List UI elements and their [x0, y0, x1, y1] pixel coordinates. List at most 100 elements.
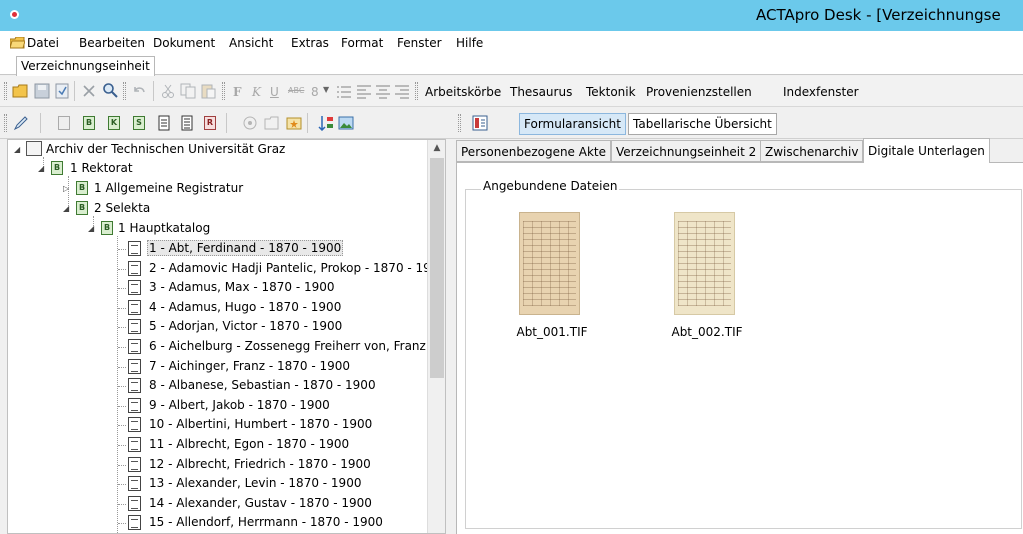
- toolbar-grip[interactable]: [458, 114, 461, 132]
- folder-open-icon: [10, 37, 25, 49]
- document-list-icon[interactable]: [179, 115, 195, 131]
- image-icon[interactable]: [338, 115, 354, 131]
- unit-b-icon: B: [51, 161, 63, 175]
- tree-item[interactable]: 7 - Aichinger, Franz - 1870 - 1900: [8, 357, 426, 376]
- tree-item[interactable]: 8 - Albanese, Sebastian - 1870 - 1900: [8, 376, 426, 395]
- tree-item[interactable]: 1 - Abt, Ferdinand - 1870 - 1900: [8, 239, 426, 258]
- align-left-icon[interactable]: [356, 84, 372, 100]
- link-indexfenster[interactable]: Indexfenster: [783, 85, 859, 99]
- underline-icon[interactable]: U: [270, 85, 279, 99]
- tree-node-allgemeine-registratur[interactable]: ▷ B 1 Allgemeine Registratur: [8, 179, 426, 198]
- tree-item[interactable]: 11 - Albrecht, Egon - 1870 - 1900: [8, 435, 426, 454]
- menu-ansicht[interactable]: Ansicht: [229, 36, 273, 50]
- copy-icon[interactable]: [180, 83, 196, 99]
- tree-scrollbar[interactable]: ▲: [427, 140, 445, 533]
- italic-icon[interactable]: K: [252, 85, 261, 99]
- tree-guide: [118, 464, 126, 466]
- menu-extras[interactable]: Extras: [291, 36, 329, 50]
- sort-icon[interactable]: [318, 115, 334, 131]
- toolbar-grip[interactable]: [123, 82, 126, 100]
- properties-icon[interactable]: [54, 83, 70, 99]
- tree-item[interactable]: 14 - Alexander, Gustav - 1870 - 1900: [8, 494, 426, 513]
- menu-hilfe[interactable]: Hilfe: [456, 36, 483, 50]
- font-size-select[interactable]: 8: [311, 85, 319, 99]
- edit-folder-icon[interactable]: [264, 115, 280, 131]
- tree-guide: [118, 249, 126, 250]
- toolbar-grip[interactable]: [4, 82, 7, 100]
- network-icon[interactable]: [242, 115, 258, 131]
- new-k-unit-icon[interactable]: K: [108, 116, 120, 130]
- tree-item[interactable]: 12 - Albrecht, Friedrich - 1870 - 1900: [8, 455, 426, 474]
- undo-icon[interactable]: [131, 83, 147, 99]
- record-icon: [128, 378, 141, 394]
- tree-item[interactable]: 10 - Albertini, Humbert - 1870 - 1900: [8, 415, 426, 434]
- tree-root[interactable]: ◢ Archiv der Technischen Universität Gra…: [8, 140, 426, 159]
- form-icon[interactable]: [472, 115, 488, 131]
- strikethrough-icon[interactable]: ABC: [288, 86, 304, 95]
- menu-dokument[interactable]: Dokument: [153, 36, 215, 50]
- paste-icon[interactable]: [200, 83, 216, 99]
- link-thesaurus[interactable]: Thesaurus: [510, 85, 572, 99]
- save-icon[interactable]: [34, 83, 50, 99]
- pencil-icon[interactable]: [13, 115, 29, 131]
- copy-unit-icon[interactable]: [58, 116, 70, 130]
- tree-item[interactable]: 3 - Adamus, Max - 1870 - 1900: [8, 278, 426, 297]
- collapse-icon[interactable]: ◢: [14, 145, 23, 154]
- tab-zwischenarchiv[interactable]: Zwischenarchiv: [760, 140, 864, 162]
- tree-item[interactable]: 9 - Albert, Jakob - 1870 - 1900: [8, 396, 426, 415]
- tree-node-selekta[interactable]: ◢ B 2 Selekta: [8, 199, 426, 218]
- tab-verzeichnungseinheit-2[interactable]: Verzeichnungseinheit 2: [611, 140, 762, 162]
- tree-item[interactable]: 4 - Adamus, Hugo - 1870 - 1900: [8, 298, 426, 317]
- search-icon[interactable]: [102, 82, 118, 98]
- tree-node-rektorat[interactable]: ◢ B 1 Rektorat: [8, 159, 426, 178]
- scanned-page-image: [519, 212, 580, 315]
- open-folder-icon[interactable]: [12, 83, 28, 99]
- menu-format[interactable]: Format: [341, 36, 383, 50]
- expand-icon[interactable]: ▷: [63, 184, 72, 193]
- file-name: Abt_002.TIF: [671, 325, 743, 339]
- tab-digitale-unterlagen[interactable]: Digitale Unterlagen: [863, 138, 990, 163]
- toolbar-grip[interactable]: [4, 114, 7, 132]
- app-icon[interactable]: [9, 9, 20, 20]
- file-thumbnail[interactable]: [497, 209, 607, 319]
- new-b-unit-icon[interactable]: B: [83, 116, 95, 130]
- tree-item[interactable]: 13 - Alexander, Levin - 1870 - 1900: [8, 474, 426, 493]
- document-tab-verzeichnungseinheit[interactable]: Verzeichnungseinheit: [16, 56, 155, 76]
- view-formularansicht-button[interactable]: Formularansicht: [519, 113, 626, 135]
- toolbar-grip[interactable]: [415, 82, 418, 100]
- collapse-icon[interactable]: ◢: [63, 204, 72, 213]
- tree-item[interactable]: 5 - Adorjan, Victor - 1870 - 1900: [8, 317, 426, 336]
- chevron-down-icon[interactable]: ▼: [323, 85, 329, 94]
- cut-icon[interactable]: [160, 83, 176, 99]
- align-right-icon[interactable]: [394, 84, 410, 100]
- panel-splitter[interactable]: [446, 139, 454, 534]
- delete-icon[interactable]: [81, 83, 97, 99]
- toolbar-grip[interactable]: [222, 82, 225, 100]
- new-r-unit-icon[interactable]: R: [204, 116, 216, 130]
- file-thumbnail[interactable]: [652, 209, 762, 319]
- view-tabellarische-uebersicht-button[interactable]: Tabellarische Übersicht: [628, 113, 777, 135]
- bold-icon[interactable]: F: [233, 85, 242, 99]
- scroll-thumb[interactable]: [430, 158, 444, 378]
- link-provenienzstellen[interactable]: Provenienzstellen: [646, 85, 752, 99]
- menu-bearbeiten[interactable]: Bearbeiten: [79, 36, 145, 50]
- collapse-icon[interactable]: ◢: [38, 164, 47, 173]
- tree-guide: [118, 347, 126, 348]
- align-center-icon[interactable]: [375, 84, 391, 100]
- menu-fenster[interactable]: Fenster: [397, 36, 442, 50]
- toolbar-separator: [74, 81, 75, 101]
- scroll-up-arrow-icon[interactable]: ▲: [428, 140, 445, 157]
- tree-item[interactable]: 6 - Aichelburg - Zossenegg Freiherr von,…: [8, 337, 434, 356]
- tree-item[interactable]: 15 - Allendorf, Herrmann - 1870 - 1900: [8, 513, 426, 532]
- link-arbeitskoerbe[interactable]: Arbeitskörbe: [425, 85, 501, 99]
- menu-datei[interactable]: Datei: [27, 36, 59, 50]
- new-s-unit-icon[interactable]: S: [133, 116, 145, 130]
- link-tektonik[interactable]: Tektonik: [586, 85, 636, 99]
- star-folder-icon[interactable]: [286, 115, 302, 131]
- tab-personenbezogene-akte[interactable]: Personenbezogene Akte: [456, 140, 612, 162]
- tree-node-hauptkatalog[interactable]: ◢ B 1 Hauptkatalog: [8, 219, 426, 238]
- collapse-icon[interactable]: ◢: [88, 224, 97, 233]
- tree-item[interactable]: 2 - Adamovic Hadji Pantelic, Prokop - 18…: [8, 259, 435, 278]
- document-icon[interactable]: [156, 115, 172, 131]
- list-icon[interactable]: [336, 84, 352, 100]
